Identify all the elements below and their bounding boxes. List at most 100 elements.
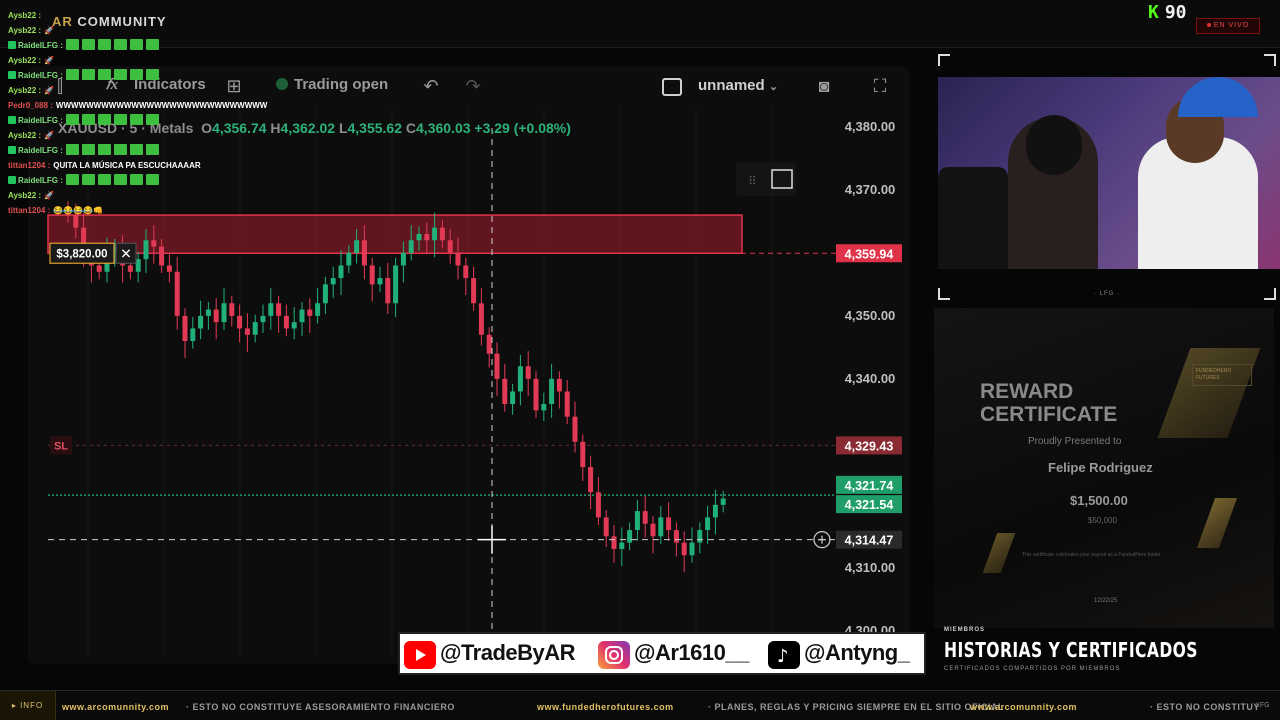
y-axis-tick: 4,350.00 xyxy=(845,308,896,323)
chat-message: Aysb22 : 🚀 xyxy=(8,83,308,98)
ticker-link[interactable]: www.fundedherofutures.com xyxy=(537,702,674,712)
candle-body xyxy=(213,309,219,323)
layout-icon[interactable] xyxy=(662,78,682,96)
candle-body xyxy=(642,511,648,524)
sub-badge-icon xyxy=(8,146,16,154)
certificate-body: This certificate celebrates your payout … xyxy=(1022,552,1161,558)
chat-username[interactable]: RaidelLFG : xyxy=(18,41,63,50)
tiktok-icon: ♪ xyxy=(768,641,800,669)
candle-body xyxy=(354,240,360,253)
youtube-icon xyxy=(404,641,436,669)
camera-icon[interactable]: ◙ xyxy=(812,74,836,98)
chat-username[interactable]: tittan1204 : xyxy=(8,161,50,170)
candle-body xyxy=(385,278,391,304)
chair-shape xyxy=(938,167,1008,269)
candle-body xyxy=(244,328,250,335)
y-axis-tick: 4,310.00 xyxy=(845,560,896,575)
candle-body xyxy=(658,517,664,537)
chat-username[interactable]: RaidelLFG : xyxy=(18,116,63,125)
chat-username[interactable]: Aysb22 : xyxy=(8,86,41,95)
emote-icon xyxy=(129,39,143,50)
price-tag-label: 4,329.43 xyxy=(845,439,894,453)
emote-icon xyxy=(145,144,159,155)
candle-body xyxy=(494,353,500,379)
gold-ribbon xyxy=(1157,348,1261,438)
candle-body xyxy=(159,246,165,266)
emote-icon xyxy=(65,144,79,155)
chat-username[interactable]: tittan1204 : xyxy=(8,206,50,215)
emote-icon xyxy=(97,174,111,185)
fundedhero-logo: FUNDEDHERO FUTURES xyxy=(1192,364,1252,386)
candle-body xyxy=(486,334,492,354)
candle-body xyxy=(666,517,672,531)
redo-icon[interactable]: ↷ xyxy=(461,74,485,98)
drawing-widget xyxy=(736,162,796,196)
undo-icon[interactable]: ↶ xyxy=(419,74,443,98)
emote-icon xyxy=(129,144,143,155)
emote-icon xyxy=(113,39,127,50)
emote-icon xyxy=(65,174,79,185)
candle-body xyxy=(291,322,297,329)
candle-body xyxy=(447,240,453,253)
candle-body xyxy=(299,309,305,323)
chat-message: RaidelLFG : xyxy=(8,173,308,188)
candle-body xyxy=(151,240,157,247)
candle-body xyxy=(377,278,383,285)
chat-message: RaidelLFG : xyxy=(8,38,308,53)
info-tag: ▸ INFO xyxy=(0,691,56,720)
ticker-link[interactable]: www.arcomunnity.com xyxy=(970,702,1077,712)
y-axis-tick: 4,340.00 xyxy=(845,371,896,386)
emote-icon xyxy=(81,114,95,125)
y-axis-tick: 4,370.00 xyxy=(845,182,896,197)
chat-username[interactable]: Pedr0_088 : xyxy=(8,101,53,110)
candle-body xyxy=(307,309,313,316)
chat-username[interactable]: Aysb22 : xyxy=(8,11,41,20)
instagram-icon xyxy=(598,641,630,669)
ticker-link[interactable]: www.arcomunnity.com xyxy=(62,702,169,712)
candle-body xyxy=(338,265,344,279)
chat-username[interactable]: RaidelLFG : xyxy=(18,146,63,155)
emote-icon xyxy=(145,114,159,125)
emote-icon xyxy=(97,144,111,155)
layout-name-button[interactable]: unnamed ⌄ xyxy=(698,77,778,94)
candle-body xyxy=(283,315,289,329)
price-tag-label: 4,314.47 xyxy=(845,534,894,548)
recipient-name: Felipe Rodriguez xyxy=(1048,460,1153,475)
chat-overlay: Aysb22 : Aysb22 : 🚀 RaidelLFG : Aysb22 : 🚀 Rai… xyxy=(8,8,308,218)
emote-icon xyxy=(145,69,159,80)
presented-label: Proudly Presented to xyxy=(1028,436,1122,447)
close-icon: ✕ xyxy=(120,246,132,262)
candle-body xyxy=(166,265,172,272)
sub-badge-icon xyxy=(8,116,16,124)
chat-username[interactable]: RaidelLFG : xyxy=(18,176,63,185)
candle-body xyxy=(603,517,609,537)
candle-body xyxy=(182,315,188,342)
candle-body xyxy=(697,530,703,543)
news-ticker: ▸ INFO www.arcomunnity.com · ESTO NO CONS… xyxy=(0,690,1280,720)
candle-body xyxy=(143,240,149,260)
webcam-feed xyxy=(938,77,1280,269)
candle-body xyxy=(393,265,399,304)
candle-body xyxy=(361,240,367,266)
drag-handle-icon: ⠿ xyxy=(748,174,757,188)
chat-username[interactable]: Aysb22 : xyxy=(8,191,41,200)
chat-message: RaidelLFG : xyxy=(8,113,308,128)
chat-username[interactable]: Aysb22 : xyxy=(8,131,41,140)
kick-icon: K xyxy=(1148,2,1159,23)
candle-body xyxy=(634,511,640,531)
emote-icon xyxy=(113,114,127,125)
certificate-title: REWARD CERTIFICATE xyxy=(980,380,1118,426)
emote-icon xyxy=(145,174,159,185)
candle-body xyxy=(611,536,617,549)
emote-icon xyxy=(81,144,95,155)
candle-body xyxy=(517,366,523,392)
candle-body xyxy=(525,366,531,379)
chat-username[interactable]: RaidelLFG : xyxy=(18,71,63,80)
social-handles-bar: @TradeByAR @Ar1610__ ♪ @Antyng_ xyxy=(398,632,926,675)
chat-username[interactable]: Aysb22 : xyxy=(8,26,41,35)
fullscreen-icon[interactable]: ⛶ xyxy=(868,74,892,98)
chat-message: Pedr0_088 : WWWWWWWWWWWWWWWWWWWWWWWWWWWW xyxy=(8,98,308,113)
candle-body xyxy=(346,252,352,266)
chat-username[interactable]: Aysb22 : xyxy=(8,56,41,65)
chat-message: Aysb22 : 🚀 xyxy=(8,128,308,143)
